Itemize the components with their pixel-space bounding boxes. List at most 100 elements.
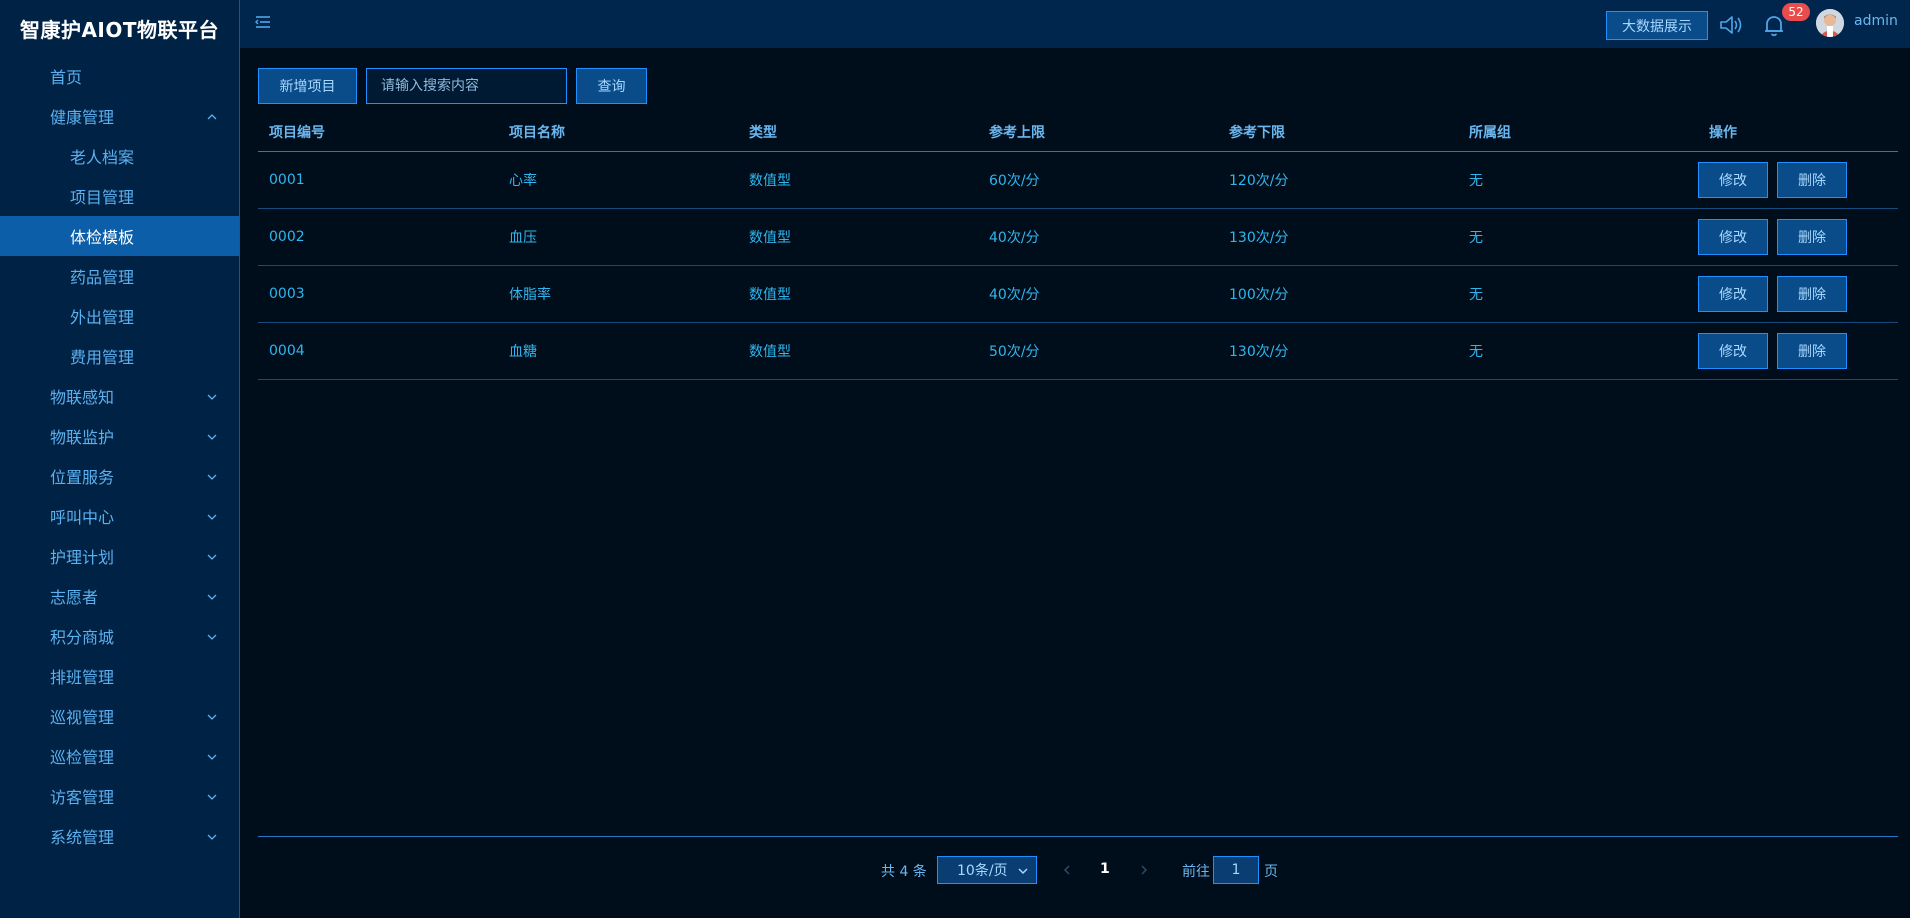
delete-button[interactable]: 删除 [1777,162,1847,198]
sidebar-item[interactable]: 费用管理 [0,336,239,376]
cell-type: 数值型 [749,344,791,360]
chevron-down-icon [205,549,219,563]
sidebar-item-label: 健康管理 [50,108,115,127]
delete-button[interactable]: 删除 [1777,276,1847,312]
edit-button[interactable]: 修改 [1698,276,1768,312]
brand-title: 智康护AIOT物联平台 [19,17,220,42]
sidebar-item-label: 费用管理 [70,348,135,367]
sidebar-item[interactable]: 物联感知 [0,376,239,416]
table-bottom-divider [258,836,1898,837]
cell-id: 0004 [269,343,305,359]
page-size-value: 10条/页 [957,863,1008,879]
sidebar-item-label: 老人档案 [70,148,135,167]
cell-id: 0002 [269,229,305,245]
items-table: 项目编号 项目名称 类型 参考上限 参考下限 所属组 操作 0001 心率 数值型 6… [258,112,1898,380]
sidebar-item[interactable]: 系统管理 [0,816,239,856]
cell-name: 体脂率 [509,287,551,303]
sidebar-item[interactable]: 志愿者 [0,576,239,616]
sidebar-item-label: 护理计划 [50,548,115,567]
avatar[interactable] [1816,9,1844,37]
cell-lower: 100次/分 [1229,287,1289,303]
cell-upper: 50次/分 [989,344,1040,360]
edit-button[interactable]: 修改 [1698,333,1768,369]
chevron-down-icon [205,749,219,763]
username[interactable]: admin [1854,13,1898,29]
table-header: 项目编号 项目名称 类型 参考上限 参考下限 所属组 操作 [258,112,1898,152]
table-row: 0003 体脂率 数值型 40次/分 100次/分 无 修改 删除 [258,266,1898,323]
cell-lower: 130次/分 [1229,344,1289,360]
sidebar-item[interactable]: 体检模板 [0,216,239,256]
sidebar-item-label: 项目管理 [70,188,135,207]
goto-suffix: 页 [1264,864,1278,880]
cell-lower: 130次/分 [1229,230,1289,246]
menu-collapse-icon[interactable] [254,13,274,33]
chevron-down-icon [205,789,219,803]
query-button[interactable]: 查询 [576,68,647,104]
sidebar-item[interactable]: 访客管理 [0,776,239,816]
sidebar-item[interactable]: 首页 [0,56,239,96]
sidebar-item[interactable]: 健康管理 [0,96,239,136]
sidebar-item-label: 首页 [50,68,83,87]
cell-actions: 修改 删除 [1698,276,1898,312]
cell-group: 无 [1469,173,1483,189]
sidebar-item-label: 药品管理 [70,268,135,287]
notification-badge: 52 [1782,3,1810,21]
sidebar-item[interactable]: 巡检管理 [0,736,239,776]
goto-page-input[interactable] [1213,856,1259,884]
sidebar-item[interactable]: 排班管理 [0,656,239,696]
table-row: 0001 心率 数值型 60次/分 120次/分 无 修改 删除 [258,152,1898,209]
sidebar-item[interactable]: 药品管理 [0,256,239,296]
sidebar-item-label: 访客管理 [50,788,115,807]
sidebar-item[interactable]: 外出管理 [0,296,239,336]
cell-group: 无 [1469,287,1483,303]
chevron-down-icon [205,709,219,723]
cell-upper: 40次/分 [989,287,1040,303]
cell-upper: 40次/分 [989,230,1040,246]
prev-page-icon[interactable] [1060,862,1074,876]
chevron-down-icon [205,589,219,603]
cell-upper: 60次/分 [989,173,1040,189]
table-row: 0004 血糖 数值型 50次/分 130次/分 无 修改 删除 [258,323,1898,380]
delete-button[interactable]: 删除 [1777,333,1847,369]
column-header-group: 所属组 [1469,124,1511,141]
bigdata-display-button[interactable]: 大数据展示 [1606,11,1708,40]
sidebar-item-label: 物联感知 [50,388,115,407]
sidebar-item[interactable]: 物联监护 [0,416,239,456]
sidebar-item-label: 积分商城 [50,628,115,647]
sidebar-item-label: 巡视管理 [50,708,115,727]
chevron-down-icon [205,829,219,843]
delete-button[interactable]: 删除 [1777,219,1847,255]
sidebar-menu: 首页健康管理老人档案项目管理体检模板药品管理外出管理费用管理物联感知物联监护位置… [0,56,239,856]
sidebar-item-label: 外出管理 [70,308,135,327]
sidebar-item[interactable]: 老人档案 [0,136,239,176]
next-page-icon[interactable] [1137,862,1151,876]
edit-button[interactable]: 修改 [1698,162,1768,198]
cell-actions: 修改 删除 [1698,162,1898,198]
edit-button[interactable]: 修改 [1698,219,1768,255]
sidebar-item[interactable]: 项目管理 [0,176,239,216]
current-page[interactable]: 1 [1100,861,1110,877]
chevron-up-icon [205,109,219,123]
add-item-button[interactable]: 新增项目 [258,68,357,104]
speaker-icon[interactable] [1718,13,1744,37]
sidebar-item[interactable]: 护理计划 [0,536,239,576]
search-input[interactable] [366,68,567,104]
cell-type: 数值型 [749,230,791,246]
chevron-down-icon [205,389,219,403]
page-size-select[interactable]: 10条/页 [937,856,1037,884]
cell-group: 无 [1469,230,1483,246]
sidebar-item[interactable]: 巡视管理 [0,696,239,736]
cell-actions: 修改 删除 [1698,219,1898,255]
column-header-type: 类型 [749,124,777,141]
cell-actions: 修改 删除 [1698,333,1898,369]
sidebar-item[interactable]: 积分商城 [0,616,239,656]
cell-id: 0001 [269,172,305,188]
sidebar-item[interactable]: 位置服务 [0,456,239,496]
cell-name: 血糖 [509,344,537,360]
chevron-down-icon [205,429,219,443]
chevron-down-icon [205,629,219,643]
sidebar-item-label: 系统管理 [50,828,115,847]
sidebar-item-label: 位置服务 [50,468,115,487]
sidebar-item[interactable]: 呼叫中心 [0,496,239,536]
chevron-down-icon [1016,864,1030,878]
